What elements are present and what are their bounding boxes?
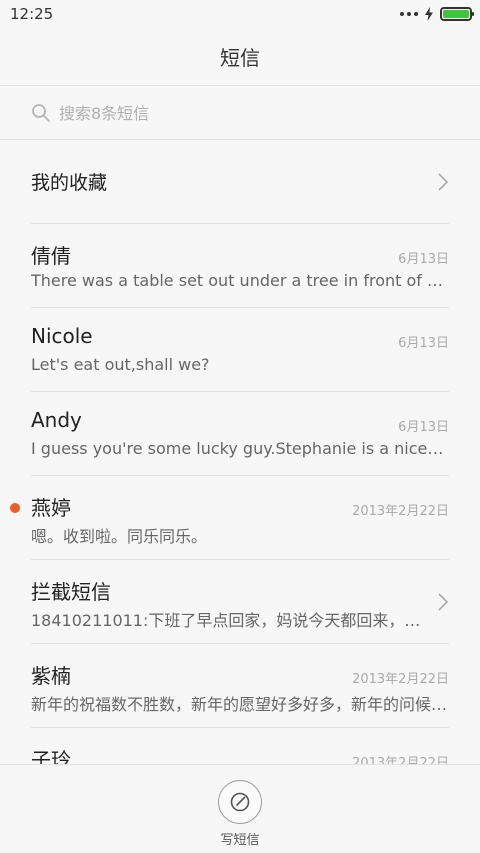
more-dots-icon	[400, 12, 418, 16]
search-bar[interactable]	[0, 87, 480, 140]
message-date: 6月13日	[398, 252, 449, 267]
title-bar: 短信	[0, 28, 480, 86]
message-snippet: Let's eat out,shall we?	[31, 355, 210, 374]
contact-name: Andy	[31, 408, 82, 432]
search-icon	[32, 104, 50, 122]
message-date: 6月13日	[398, 336, 449, 351]
conversation-row[interactable]: 倩倩 6月13日 There was a table set out under…	[31, 224, 449, 308]
blocked-messages-row[interactable]: 拦截短信 18410211011:下班了早点回家，妈说今天都回来，一家…	[31, 560, 449, 644]
search-input[interactable]	[59, 103, 439, 123]
conversation-row[interactable]: 紫楠 2013年2月22日 新年的祝福数不胜数，新年的愿望好多好多，新年的问候…	[31, 644, 449, 728]
compose-icon	[230, 792, 250, 812]
conversation-list[interactable]: 我的收藏 倩倩 6月13日 There was a table set out …	[0, 140, 480, 764]
conversation-row[interactable]: 子玲 2013年2月22日	[31, 728, 449, 764]
status-bar: 12:25	[0, 0, 480, 28]
bottom-bar: 写短信	[0, 764, 480, 853]
battery-fill	[443, 10, 469, 18]
chevron-right-icon	[438, 592, 449, 611]
favorites-label: 我的收藏	[31, 172, 108, 194]
compose-label: 写短信	[220, 833, 260, 848]
status-time: 12:25	[10, 5, 54, 23]
message-snippet: 嗯。收到啦。同乐同乐。	[31, 527, 208, 546]
page-title: 短信	[220, 46, 260, 70]
contact-name: Nicole	[31, 324, 93, 348]
contact-name: 子玲	[31, 748, 71, 764]
message-date: 2013年2月22日	[352, 672, 449, 687]
message-snippet: I guess you're some lucky guy.Stephanie …	[31, 439, 448, 458]
conversation-row[interactable]: 燕婷 2013年2月22日 嗯。收到啦。同乐同乐。	[10, 476, 449, 560]
message-date: 2013年2月22日	[352, 756, 449, 764]
message-snippet: 新年的祝福数不胜数，新年的愿望好多好多，新年的问候…	[31, 695, 448, 714]
message-snippet: 18410211011:下班了早点回家，妈说今天都回来，一家…	[31, 611, 421, 630]
conversation-row[interactable]: Andy 6月13日 I guess you're some lucky guy…	[31, 392, 449, 476]
chevron-right-icon	[438, 172, 449, 191]
charging-bolt-icon	[425, 7, 433, 21]
message-date: 6月13日	[398, 420, 449, 435]
message-snippet: There was a table set out under a tree i…	[31, 271, 448, 290]
conversation-row[interactable]: Nicole 6月13日 Let's eat out,shall we?	[31, 308, 449, 392]
unread-dot	[10, 503, 20, 513]
contact-name: 倩倩	[31, 244, 71, 268]
compose-button[interactable]	[218, 780, 262, 824]
message-date: 2013年2月22日	[352, 504, 449, 519]
contact-name: 燕婷	[31, 496, 71, 520]
status-icons	[400, 7, 474, 21]
contact-name: 紫楠	[31, 664, 71, 688]
contact-name: 拦截短信	[31, 580, 111, 604]
battery-icon	[440, 7, 474, 21]
favorites-row[interactable]: 我的收藏	[31, 140, 449, 224]
